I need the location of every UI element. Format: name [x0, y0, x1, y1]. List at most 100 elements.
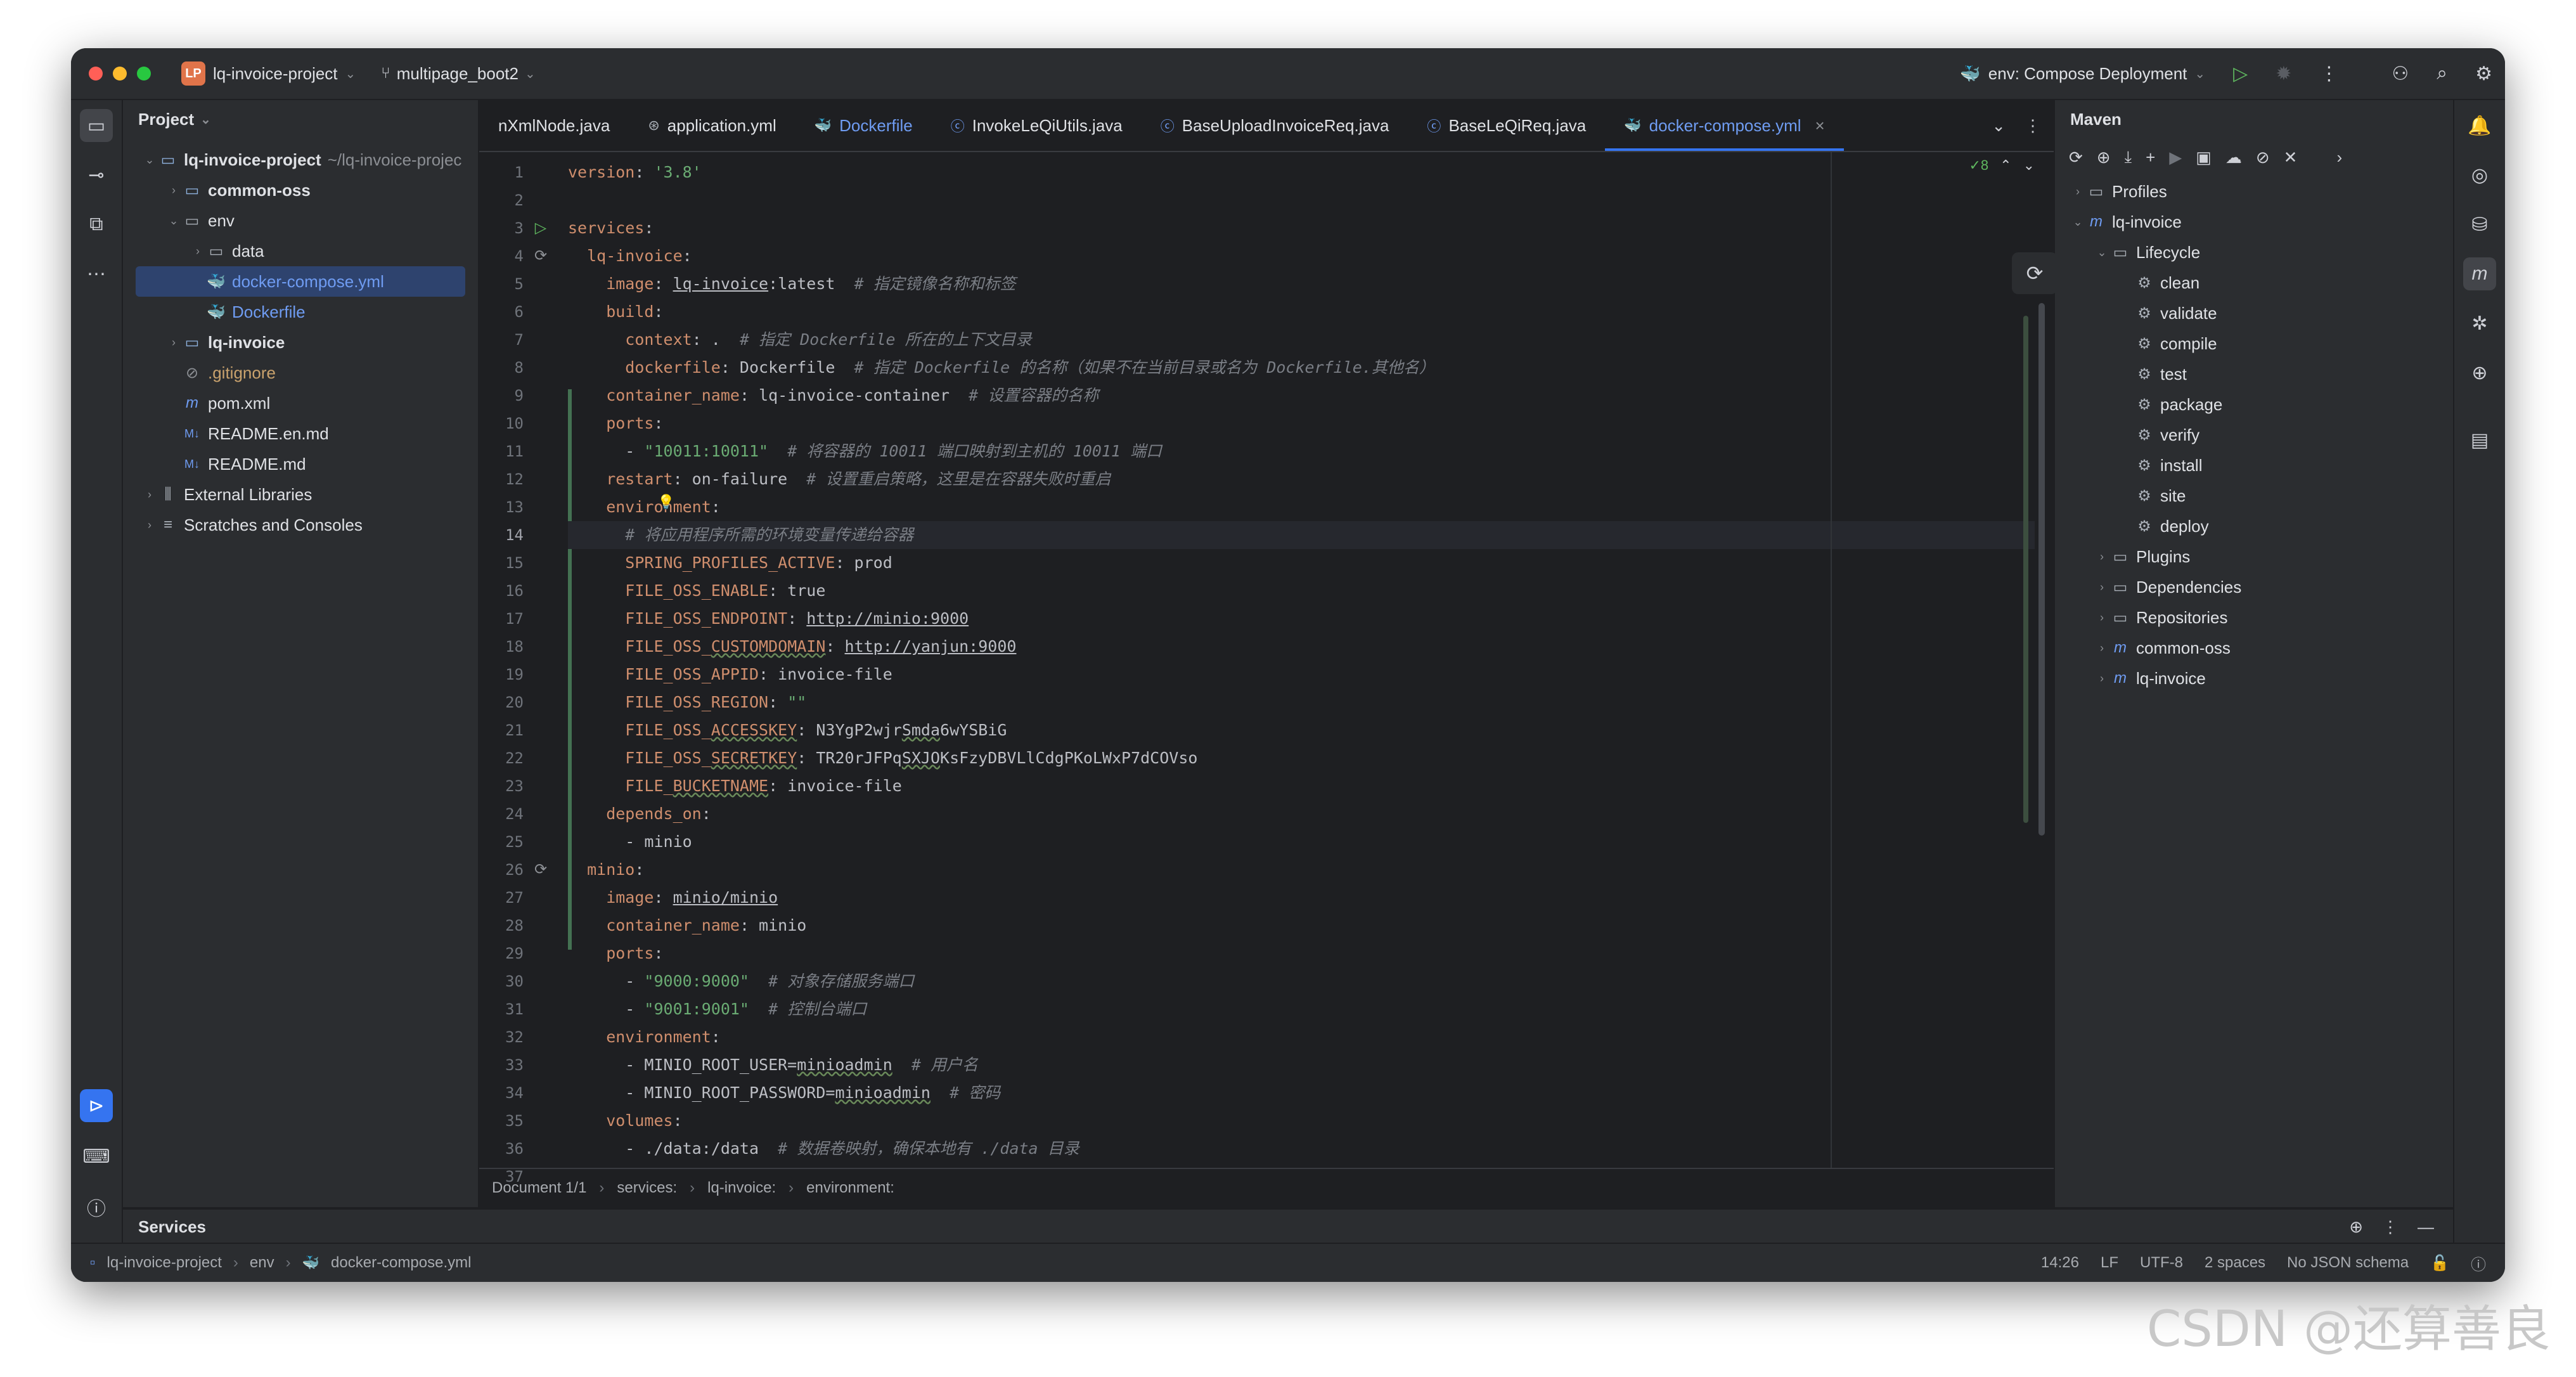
chevron-right-icon[interactable]: › — [2094, 672, 2109, 685]
indent-setting[interactable]: 2 spaces — [2205, 1254, 2265, 1272]
project-switcher[interactable]: LP lq-invoice-project ⌄ — [181, 61, 356, 86]
code-line[interactable]: - "10011:10011" # 将容器的 10011 端口映射到主机的 10… — [568, 437, 1162, 465]
execute-goal-icon[interactable]: ▣ — [2196, 148, 2212, 167]
chevron-right-icon[interactable]: › — [2094, 642, 2109, 655]
chevron-right-icon[interactable]: › — [166, 184, 181, 197]
code-line[interactable]: services: — [568, 214, 654, 242]
breadcrumb-item[interactable]: Document 1/1 — [492, 1179, 586, 1197]
code-line[interactable]: FILE_OSS_SECRETKEY: TR20rJFPqSXJOKsFzyDB… — [568, 744, 1197, 772]
run-maven-icon[interactable]: ▶ — [2169, 148, 2182, 167]
project-tree-item[interactable]: M↓ README.md — [123, 449, 478, 479]
editor-scrollbar[interactable] — [2038, 303, 2045, 836]
services-icon[interactable]: ⊳ — [80, 1089, 113, 1122]
next-highlight-icon[interactable]: ⌄ — [2023, 157, 2035, 174]
project-tree-item[interactable]: ⌄ ▭ env — [123, 205, 478, 236]
code-line[interactable]: FILE_OSS_ENDPOINT: http://minio:9000 — [568, 605, 969, 633]
code-line[interactable]: build: — [568, 298, 663, 326]
chevron-right-icon[interactable]: › — [2070, 185, 2085, 198]
project-folder-icon[interactable]: ▭ — [80, 109, 113, 142]
code-line[interactable]: - minio — [568, 828, 692, 856]
maven-tree-item[interactable]: › ▭ Plugins — [2055, 541, 2453, 572]
code-line[interactable]: container_name: minio — [568, 912, 806, 940]
path-item[interactable]: docker-compose.yml — [331, 1254, 471, 1272]
caret-position[interactable]: 14:26 — [2041, 1254, 2079, 1272]
project-tree-item[interactable]: 🐳 Dockerfile — [123, 297, 478, 327]
editor-tab[interactable]: ⓒ BaseUploadInvoiceReq.java — [1142, 100, 1408, 151]
maven-tree-item[interactable]: ⌄ ▭ Lifecycle — [2055, 237, 2453, 268]
maven-tree-item[interactable]: ⚙ verify — [2055, 420, 2453, 450]
maven-tree-item[interactable]: ⚙ validate — [2055, 298, 2453, 328]
json-schema[interactable]: No JSON schema — [2287, 1254, 2409, 1272]
minimize-window-button[interactable] — [113, 67, 127, 81]
code-line[interactable]: - ./data:/data # 数据卷映射，确保本地有 ./data 目录 — [568, 1135, 1079, 1163]
globe-icon[interactable]: ⊕ — [2463, 356, 2496, 389]
terminal-icon[interactable]: ⌨ — [80, 1140, 113, 1173]
run-services-icon[interactable]: ▷ — [531, 214, 550, 242]
lock-icon[interactable]: 🔓 — [2430, 1254, 2449, 1272]
code-line[interactable]: minio: — [568, 856, 644, 884]
maven-tree-item[interactable]: ⚙ test — [2055, 359, 2453, 389]
more-tools-icon[interactable]: ⋯ — [80, 257, 113, 290]
project-panel-header[interactable]: Project ⌄ — [123, 100, 478, 138]
line-separator[interactable]: LF — [2101, 1254, 2118, 1272]
collapse-icon[interactable]: ✕ — [2284, 148, 2298, 167]
skip-tests-icon[interactable]: ⊘ — [2256, 148, 2270, 167]
code-line[interactable]: environment: — [568, 493, 721, 521]
code-line[interactable]: ports: — [568, 410, 663, 437]
maven-tree-item[interactable]: ⚙ deploy — [2055, 511, 2453, 541]
more-actions-icon[interactable]: ⋮ — [2319, 63, 2338, 85]
commit-icon[interactable]: ⊸ — [80, 158, 113, 191]
code-line[interactable]: FILE_OSS_ENABLE: true — [568, 577, 825, 605]
code-line[interactable]: FILE_OSS_CUSTOMDOMAIN: http://yanjun:900… — [568, 633, 1016, 661]
project-tree-item[interactable]: ⌄ ▭ lq-invoice-project ~/lq-invoice-projec — [123, 145, 478, 175]
add-project-icon[interactable]: ⊕ — [2097, 148, 2111, 167]
chevron-right-icon[interactable]: › — [2336, 148, 2342, 167]
project-tree-item[interactable]: › ≡ Scratches and Consoles — [123, 510, 478, 540]
code-line[interactable]: FILE_OSS_REGION: "" — [568, 688, 806, 716]
code-line[interactable]: FILE_OSS_APPID: invoice-file — [568, 661, 892, 688]
project-tree-item[interactable]: › ▭ lq-invoice — [123, 327, 478, 358]
code-line[interactable]: context: . # 指定 Dockerfile 所在的上下文目录 — [568, 326, 1031, 354]
code-line[interactable]: image: minio/minio — [568, 884, 778, 912]
inspection-widget[interactable]: ✓8 ⌃ ⌄ — [1969, 157, 2035, 174]
project-tree-item[interactable]: m pom.xml — [123, 388, 478, 418]
chevron-down-icon[interactable]: ⌄ — [2094, 246, 2109, 259]
maven-tree-item[interactable]: ⚙ clean — [2055, 268, 2453, 298]
search-icon[interactable]: ⌕ — [2437, 63, 2447, 84]
close-window-button[interactable] — [89, 67, 103, 81]
chevron-down-icon[interactable]: ⌄ — [142, 153, 157, 167]
device-icon[interactable]: ▤ — [2463, 423, 2496, 456]
chevron-right-icon[interactable]: › — [2094, 581, 2109, 594]
chevron-right-icon[interactable]: › — [142, 488, 157, 501]
warning-icon[interactable]: ⓘ — [2471, 1252, 2486, 1274]
notifications-icon[interactable]: 🔔 — [2463, 109, 2496, 142]
chevron-down-icon[interactable]: ⌄ — [166, 214, 181, 228]
maven-tree-item[interactable]: ⚙ package — [2055, 389, 2453, 420]
download-icon[interactable]: ⤓ — [2125, 147, 2132, 167]
file-encoding[interactable]: UTF-8 — [2140, 1254, 2183, 1272]
code-line[interactable]: volumes: — [568, 1107, 682, 1135]
maven-tree-item[interactable]: › m common-oss — [2055, 633, 2453, 663]
maven-tree-item[interactable]: › ▭ Dependencies — [2055, 572, 2453, 602]
project-tree-item[interactable]: › ▭ data — [123, 236, 478, 266]
maven-tree-item[interactable]: ⚙ site — [2055, 481, 2453, 511]
run-icon[interactable]: ▷ — [2233, 63, 2248, 85]
path-item[interactable]: lq-invoice-project — [107, 1254, 222, 1272]
chevron-right-icon[interactable]: › — [166, 336, 181, 349]
debug-icon[interactable]: ✹ — [2276, 63, 2291, 85]
minimize-panel-icon[interactable]: — — [2418, 1217, 2434, 1237]
code-line[interactable]: FILE_BUCKETNAME: invoice-file — [568, 772, 902, 800]
maven-tree-item[interactable]: › ▭ Profiles — [2055, 176, 2453, 207]
tab-more-icon[interactable]: ⋮ — [2025, 116, 2041, 136]
code-line[interactable]: version: '3.8' — [568, 158, 702, 186]
project-tree-item[interactable]: M↓ README.en.md — [123, 418, 478, 449]
add-user-icon[interactable]: ⚇ — [2392, 63, 2409, 85]
code-line[interactable]: - "9001:9001" # 控制台端口 — [568, 995, 866, 1023]
code-line[interactable]: dockerfile: Dockerfile # 指定 Dockerfile 的… — [568, 354, 1435, 382]
offline-mode-icon[interactable]: ☁ — [2225, 148, 2242, 167]
ai-assistant-icon[interactable]: ◎ — [2463, 158, 2496, 191]
code-line[interactable]: - "9000:9000" # 对象存储服务端口 — [568, 967, 914, 995]
maven-tree-item[interactable]: › m lq-invoice — [2055, 663, 2453, 694]
maven-icon[interactable]: m — [2463, 257, 2496, 290]
maven-tree-item[interactable]: ⚙ compile — [2055, 328, 2453, 359]
